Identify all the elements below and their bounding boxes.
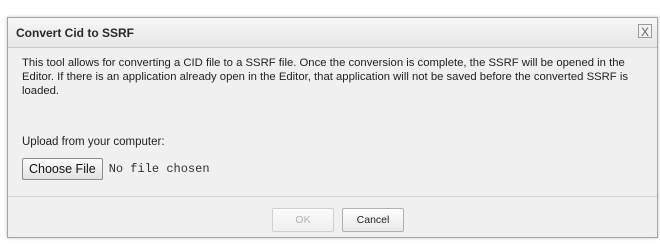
ok-button[interactable]: OK	[272, 208, 334, 232]
page: Convert Cid to SSRF X This tool allows f…	[0, 0, 660, 244]
dialog-title: Convert Cid to SSRF	[16, 26, 135, 40]
choose-file-button[interactable]: Choose File	[22, 158, 103, 180]
no-file-chosen-text: No file chosen	[108, 162, 210, 176]
dialog-divider	[8, 196, 657, 197]
close-icon[interactable]: X	[638, 24, 652, 39]
dialog-description: This tool allows for converting a CID fi…	[22, 57, 628, 97]
upload-label: Upload from your computer:	[22, 136, 165, 148]
dialog-titlebar: Convert Cid to SSRF X	[8, 18, 657, 48]
cancel-button[interactable]: Cancel	[342, 208, 404, 232]
file-input: Choose File No file chosen	[22, 158, 210, 180]
convert-dialog: Convert Cid to SSRF X This tool allows f…	[7, 17, 658, 238]
dialog-body: This tool allows for converting a CID fi…	[8, 48, 657, 237]
dialog-buttons: OK Cancel	[272, 208, 404, 232]
